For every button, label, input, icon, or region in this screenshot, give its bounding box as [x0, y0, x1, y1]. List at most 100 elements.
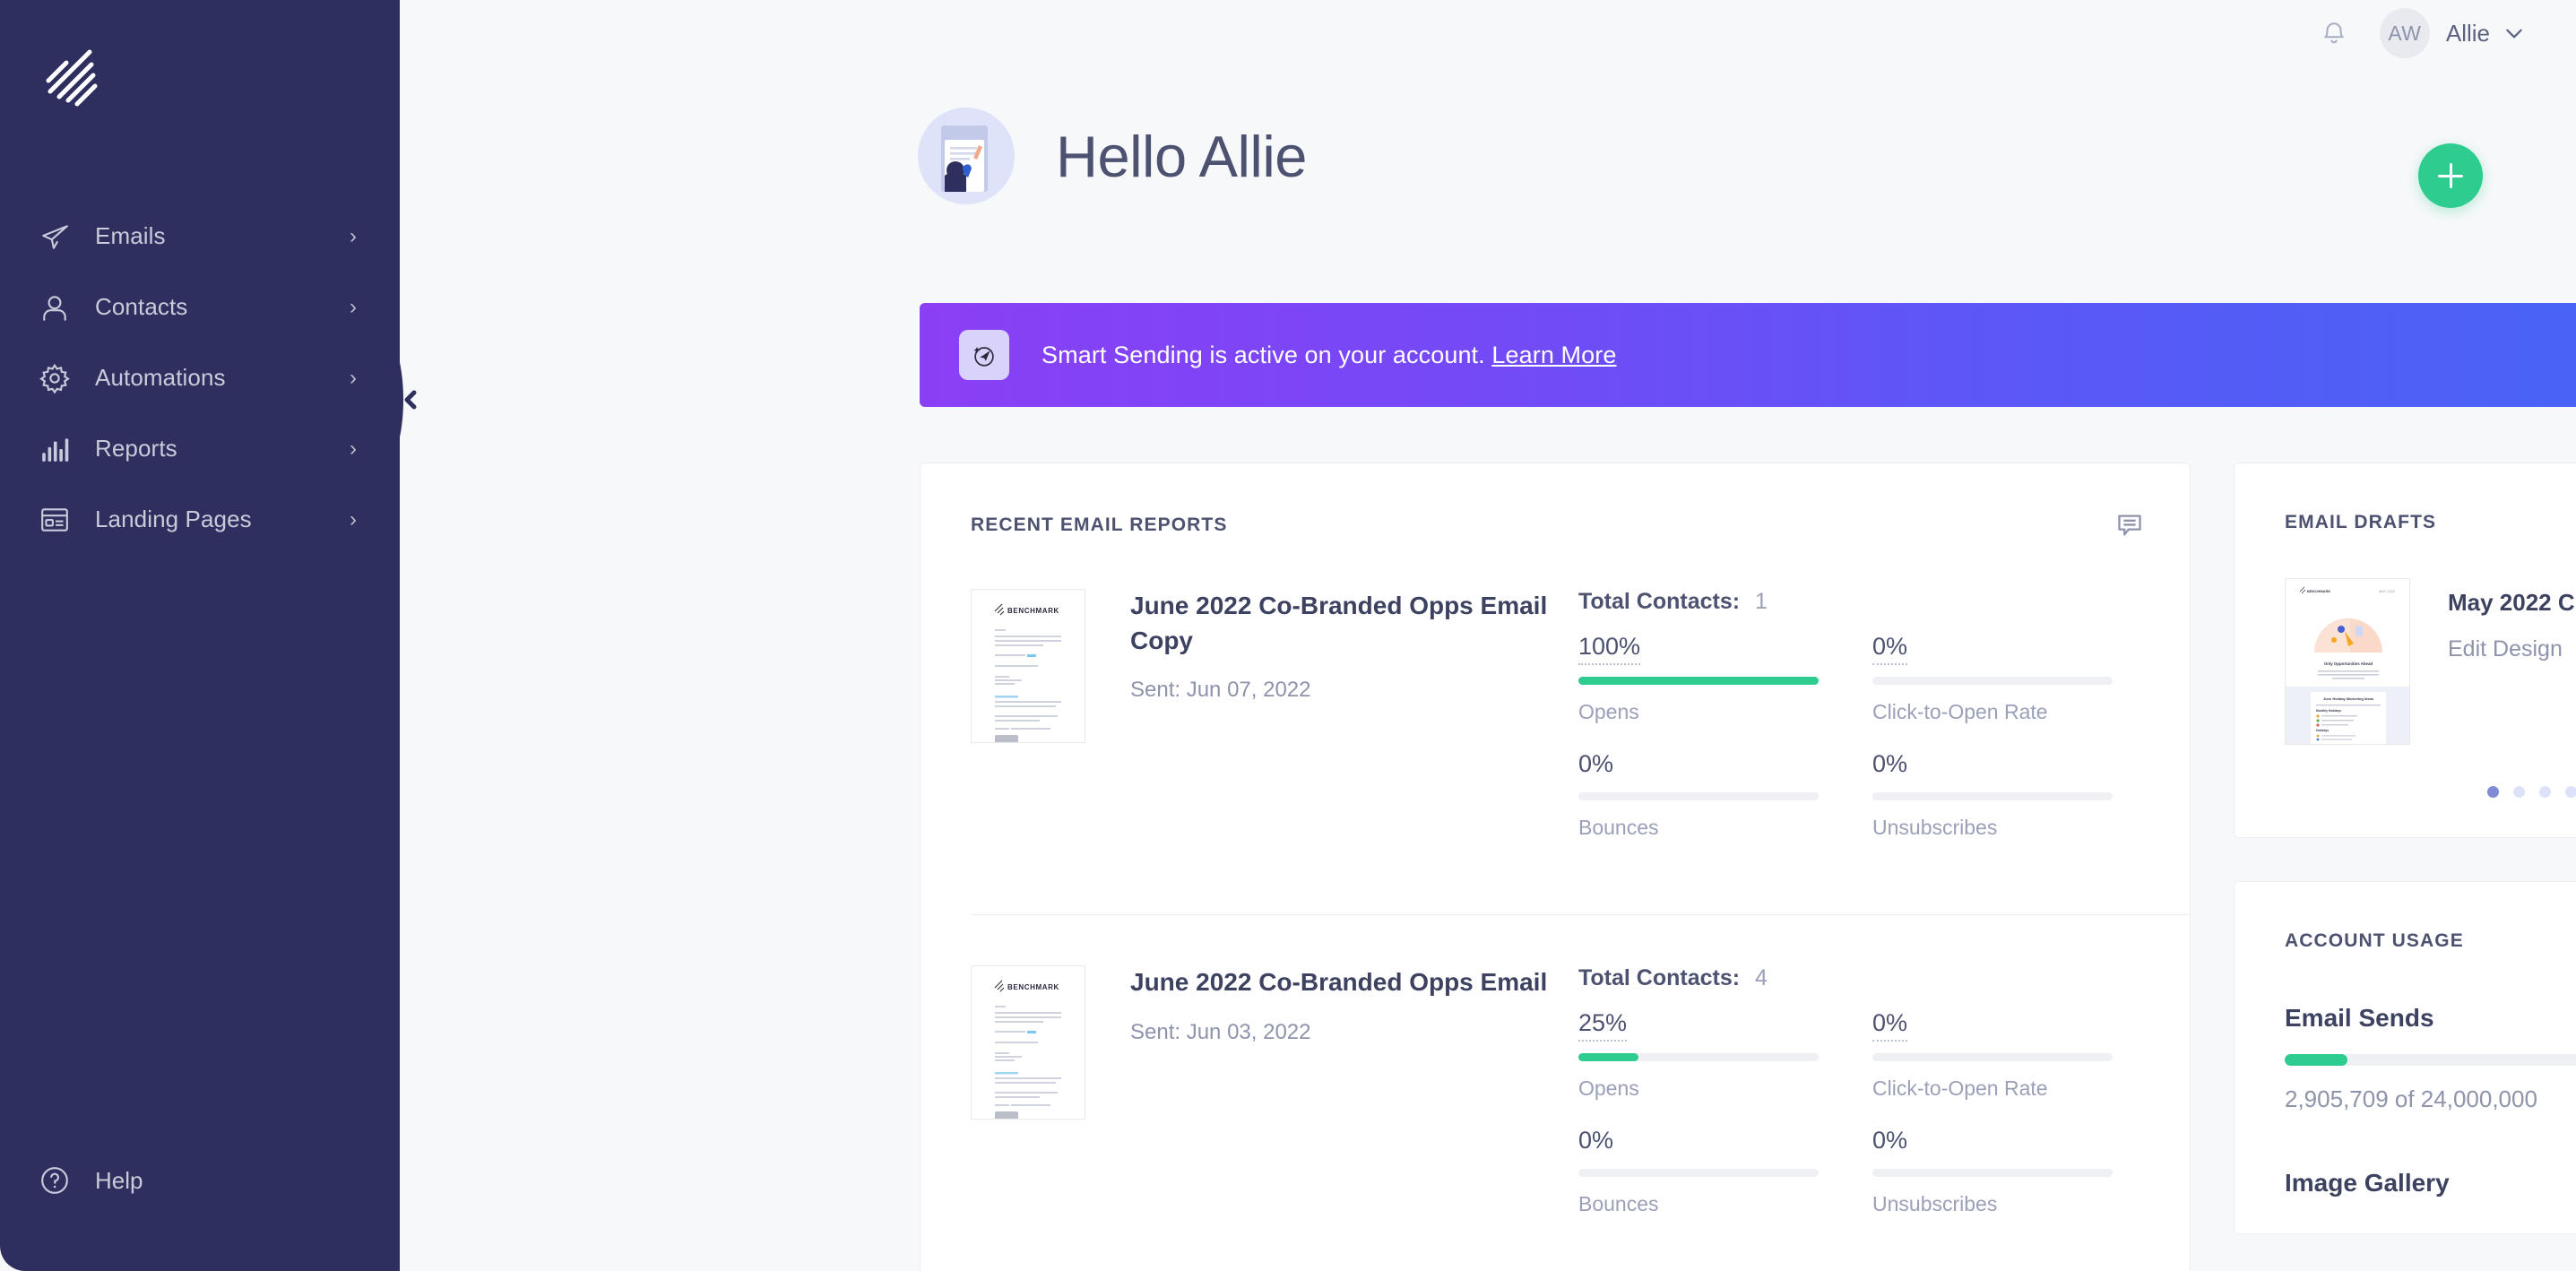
card-header: Recent Email Reports: [921, 463, 2190, 539]
main-content: AW Allie Hello Allie Smart Sending is ac…: [400, 0, 2576, 1271]
stat-bounces: 0% Bounces: [1578, 1127, 1819, 1242]
progress-track: [1578, 792, 1819, 800]
table-row[interactable]: BENCHMARK June 2022 Co-Branded Opps Emai…: [921, 539, 2190, 914]
email-thumbnail[interactable]: BENCHMARK: [971, 965, 1085, 1120]
sidebar-item-label: Automations: [95, 364, 226, 391]
smart-sending-icon: [959, 330, 1009, 380]
usage-counts: 2,905,709 of 24,000,000: [2285, 1085, 2537, 1112]
svg-text:Only Opportunities Ahead: Only Opportunities Ahead: [2324, 661, 2373, 666]
carousel-dot[interactable]: [2512, 786, 2525, 798]
draft-thumbnail[interactable]: BENCHMARK MAY 2022 Only Opportunities Ah…: [2285, 578, 2410, 745]
total-contacts-value: 1: [1755, 589, 1768, 614]
total-contacts: Total Contacts: 1: [1578, 589, 2154, 615]
page-title: Hello Allie: [1056, 123, 1307, 189]
left-column: Recent Email Reports: [920, 463, 2191, 1271]
stat-click-to-open: 0% Click-to-Open Rate: [1872, 633, 2113, 750]
user-illustration-avatar: [918, 108, 1015, 204]
svg-text:Monthly Holidays: Monthly Holidays: [2316, 709, 2341, 713]
report-stats: Total Contacts: 4 25% Opens 0% Click-to-…: [1578, 965, 2154, 1242]
stat-opens: 25% Opens: [1578, 1009, 1819, 1127]
sidebar-item-emails[interactable]: Emails ›: [0, 201, 400, 272]
table-row[interactable]: BENCHMARK June 2022 Co-Branded Opps Emai…: [921, 915, 2190, 1271]
topbar: AW Allie: [400, 0, 2576, 66]
report-name[interactable]: June 2022 Co-Branded Opps Email: [1130, 965, 1560, 1000]
progress-track: [1872, 1053, 2113, 1061]
sidebar-item-label: Emails: [95, 222, 166, 249]
stat-value: 0%: [1872, 750, 1908, 777]
app-root: Emails › Contacts › Automations › Report…: [0, 0, 2576, 1271]
progress-fill: [1578, 677, 1819, 685]
carousel-dot[interactable]: [2564, 786, 2576, 798]
paper-plane-icon: [39, 221, 81, 252]
sidebar-item-landing-pages[interactable]: Landing Pages ›: [0, 484, 400, 555]
svg-text:BENCHMARK: BENCHMARK: [1007, 607, 1059, 615]
stat-label: Click-to-Open Rate: [1872, 1076, 2048, 1100]
landing-page-icon: [39, 505, 81, 535]
total-contacts: Total Contacts: 4: [1578, 965, 2154, 991]
sidebar: Emails › Contacts › Automations › Report…: [0, 0, 400, 1271]
list-item[interactable]: BENCHMARK MAY 2022 Only Opportunities Ah…: [2285, 578, 2576, 745]
sidebar-item-label: Contacts: [95, 293, 188, 320]
progress-track: [1872, 1169, 2113, 1177]
chevron-right-icon: ›: [350, 506, 357, 532]
greeting: Hello Allie: [400, 66, 2576, 204]
gear-icon: [39, 363, 81, 393]
stat-grid: 100% Opens 0% Click-to-Open Rate 0% Boun…: [1578, 633, 2154, 866]
stat-unsubscribes: 0% Unsubscribes: [1872, 750, 2113, 866]
sidebar-collapse-button[interactable]: [384, 323, 439, 477]
total-contacts-value: 4: [1755, 965, 1768, 990]
chevron-down-icon[interactable]: [2503, 22, 2526, 45]
stat-label: Click-to-Open Rate: [1872, 700, 2048, 723]
usage-item-label: Image Gallery: [2285, 1169, 2450, 1197]
account-usage-card: Account Usage Email Sends 2,905,709 of 2…: [2234, 881, 2576, 1234]
benchmark-logo-icon[interactable]: [39, 41, 115, 117]
sidebar-item-automations[interactable]: Automations ›: [0, 342, 400, 413]
progress-track: [1872, 792, 2113, 800]
bar-chart-icon: [39, 434, 81, 464]
stat-value: 0%: [1872, 1127, 1908, 1154]
stat-grid: 25% Opens 0% Click-to-Open Rate 0% Bounc…: [1578, 1009, 2154, 1242]
usage-progress-fill: [2285, 1054, 2347, 1066]
stat-value: 25%: [1578, 1009, 1628, 1042]
card-title: Email Drafts: [2285, 512, 2437, 532]
stat-label: Unsubscribes: [1872, 816, 1998, 839]
report-info: June 2022 Co-Branded Opps Email Copy Sen…: [1130, 589, 1560, 866]
chevron-right-icon: ›: [350, 294, 357, 319]
carousel-dot[interactable]: [2538, 786, 2551, 798]
sidebar-item-help[interactable]: Help: [0, 1165, 400, 1196]
stat-label: Opens: [1578, 1076, 1639, 1100]
sidebar-help-label: Help: [95, 1166, 143, 1194]
usage-detail: 2,905,709 of 24,000,000 12%: [2285, 1085, 2576, 1113]
stat-opens: 100% Opens: [1578, 633, 1819, 750]
email-thumbnail[interactable]: BENCHMARK: [971, 589, 1085, 743]
svg-text:MAY 2022: MAY 2022: [2379, 589, 2396, 593]
dashboard-content: Recent Email Reports: [920, 463, 2576, 1271]
learn-more-link[interactable]: Learn More: [1491, 342, 1616, 368]
sidebar-item-contacts[interactable]: Contacts ›: [0, 272, 400, 342]
total-contacts-label: Total Contacts:: [1578, 965, 1741, 990]
create-new-button[interactable]: [2418, 143, 2483, 208]
bell-icon[interactable]: [2321, 20, 2347, 47]
progress-track: [1872, 677, 2113, 685]
card-title: Recent Email Reports: [971, 514, 1228, 535]
stat-value: 0%: [1578, 750, 1614, 777]
draft-name[interactable]: May 2022 Customer Newsletter: [2448, 589, 2576, 617]
smart-sending-banner: Smart Sending is active on your account.…: [920, 303, 2576, 407]
carousel-dot[interactable]: [2486, 786, 2499, 798]
report-name[interactable]: June 2022 Co-Branded Opps Email Copy: [1130, 589, 1560, 658]
stat-unsubscribes: 0% Unsubscribes: [1872, 1127, 2113, 1242]
carousel-dots: [2285, 786, 2576, 798]
comment-icon[interactable]: [2116, 512, 2143, 539]
right-column: Email Drafts BENCHMARK MAY 2022: [2234, 463, 2576, 1271]
svg-text:BENCHMARK: BENCHMARK: [2307, 589, 2330, 593]
progress-fill: [1578, 1053, 1638, 1061]
sidebar-item-reports[interactable]: Reports ›: [0, 413, 400, 484]
banner-message: Smart Sending is active on your account.: [1042, 341, 1485, 368]
chevron-right-icon: ›: [350, 436, 357, 461]
recent-email-reports-card: Recent Email Reports: [920, 463, 2191, 1271]
avatar[interactable]: AW: [2379, 8, 2430, 58]
progress-track: [1578, 677, 1819, 685]
chevron-right-icon: ›: [350, 365, 357, 390]
edit-design-link[interactable]: Edit Design: [2448, 636, 2576, 662]
stat-label: Opens: [1578, 700, 1639, 723]
